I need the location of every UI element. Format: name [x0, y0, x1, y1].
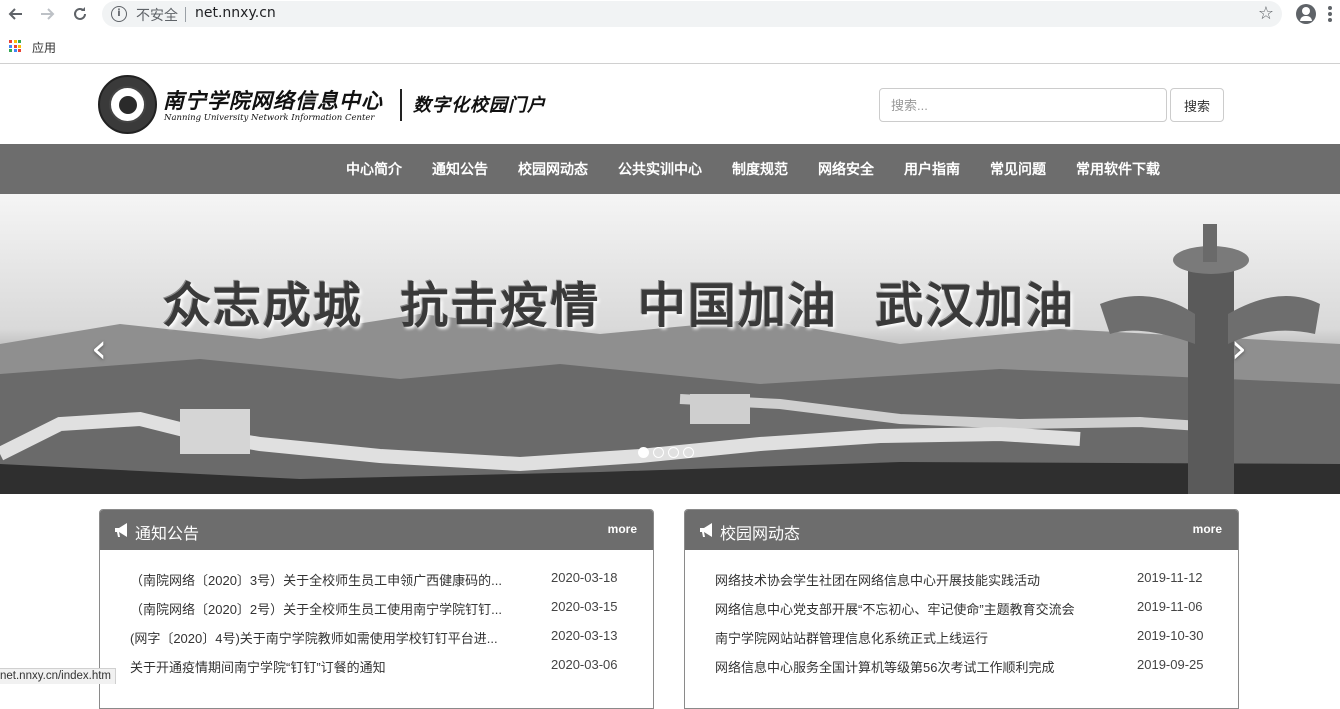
nav-item-faq[interactable]: 常见问题: [975, 144, 1061, 194]
address-bar[interactable]: i 不安全 net.nnxy.cn ☆: [102, 1, 1282, 27]
address-divider: [185, 7, 186, 22]
list-item-title[interactable]: 南宁学院网站站群管理信息化系统正式上线运行: [715, 628, 1115, 647]
reload-icon[interactable]: [69, 3, 91, 25]
notices-panel: 通知公告 more （南院网络〔2020〕3号）关于全校师生员工申领广西健康码的…: [99, 509, 654, 709]
megaphone-icon: [700, 523, 712, 537]
list-item[interactable]: (网字〔2020〕4号)关于南宁学院教师如需使用学校钉钉平台进... 2020-0…: [100, 623, 653, 652]
hero-carousel: 众志成城 抗击疫情 中国加油 武汉加油 ‹ ›: [0, 194, 1340, 494]
list-item-title[interactable]: 关于开通疫情期间南宁学院“钉钉”订餐的通知: [130, 657, 534, 676]
nav-item-campus-news[interactable]: 校园网动态: [503, 144, 603, 194]
nav-item-training-center[interactable]: 公共实训中心: [603, 144, 717, 194]
apps-grid-icon[interactable]: [9, 40, 21, 52]
link-status-bar: net.nnxy.cn/index.htm: [0, 668, 117, 684]
more-link[interactable]: more: [1193, 522, 1222, 536]
carousel-dot[interactable]: [668, 447, 679, 458]
list-item[interactable]: （南院网络〔2020〕2号）关于全校师生员工使用南宁学院钉钉... 2020-03…: [100, 594, 653, 623]
list-item-title[interactable]: 网络信息中心党支部开展“不忘初心、牢记使命”主题教育交流会: [715, 599, 1115, 618]
carousel-dot[interactable]: [683, 447, 694, 458]
list-item-title[interactable]: 网络信息中心服务全国计算机等级第56次考试工作顺利完成: [715, 657, 1115, 676]
list-item-date: 2020-03-18: [551, 570, 618, 585]
list-item-title[interactable]: （南院网络〔2020〕3号）关于全校师生员工申领广西健康码的...: [130, 570, 534, 589]
nav-item-user-guide[interactable]: 用户指南: [889, 144, 975, 194]
carousel-dot[interactable]: [638, 447, 649, 458]
banner-slogan: 众志成城 抗击疫情 中国加油 武汉加油: [163, 278, 1076, 334]
list-item[interactable]: 关于开通疫情期间南宁学院“钉钉”订餐的通知 2020-03-06: [100, 652, 653, 681]
list-item[interactable]: 网络信息中心服务全国计算机等级第56次考试工作顺利完成 2019-09-25: [685, 652, 1238, 681]
list-item-title[interactable]: (网字〔2020〕4号)关于南宁学院教师如需使用学校钉钉平台进...: [130, 628, 534, 647]
main-nav: 中心简介 通知公告 校园网动态 公共实训中心 制度规范 网络安全 用户指南 常见…: [0, 144, 1340, 194]
portal-title: 数字化校园门户: [413, 95, 546, 116]
panel-title: 通知公告: [135, 526, 200, 543]
search-input[interactable]: [879, 88, 1167, 122]
bookmark-star-icon[interactable]: ☆: [1258, 3, 1274, 24]
panel-header: 校园网动态 more: [685, 510, 1238, 550]
browser-toolbar: i 不安全 net.nnxy.cn ☆: [0, 0, 1340, 29]
carousel-prev-icon[interactable]: ‹: [84, 329, 114, 371]
list-item[interactable]: （南院网络〔2020〕3号）关于全校师生员工申领广西健康码的... 2020-03…: [100, 565, 653, 594]
list-item-date: 2019-11-06: [1137, 599, 1203, 614]
nav-item-notices[interactable]: 通知公告: [417, 144, 503, 194]
list-item[interactable]: 南宁学院网站站群管理信息化系统正式上线运行 2019-10-30: [685, 623, 1238, 652]
more-link[interactable]: more: [608, 522, 637, 536]
list-item-title[interactable]: 网络技术协会学生社团在网络信息中心开展技能实践活动: [715, 570, 1115, 589]
bookmark-apps[interactable]: 应用: [32, 39, 56, 56]
nav-item-security[interactable]: 网络安全: [803, 144, 889, 194]
campus-news-panel: 校园网动态 more 网络技术协会学生社团在网络信息中心开展技能实践活动 2019…: [684, 509, 1239, 709]
profile-avatar-icon[interactable]: [1296, 4, 1316, 24]
site-header: 南宁学院网络信息中心 Nanning University Network In…: [0, 65, 1340, 144]
megaphone-icon: [115, 523, 127, 537]
url-text[interactable]: net.nnxy.cn: [195, 5, 276, 21]
menu-kebab-icon[interactable]: [1328, 6, 1332, 22]
list-item-title[interactable]: （南院网络〔2020〕2号）关于全校师生员工使用南宁学院钉钉...: [130, 599, 534, 618]
list-item[interactable]: 网络信息中心党支部开展“不忘初心、牢记使命”主题教育交流会 2019-11-06: [685, 594, 1238, 623]
carousel-next-icon[interactable]: ›: [1224, 329, 1254, 371]
site-brand-en: Nanning University Network Information C…: [164, 113, 375, 123]
nav-item-regulations[interactable]: 制度规范: [717, 144, 803, 194]
brand-divider: [400, 89, 402, 121]
carousel-dot[interactable]: [653, 447, 664, 458]
nav-item-software[interactable]: 常用软件下载: [1061, 144, 1175, 194]
panel-title: 校园网动态: [720, 526, 801, 543]
forward-arrow-icon[interactable]: [37, 3, 59, 25]
info-icon[interactable]: i: [111, 6, 127, 22]
search-button[interactable]: 搜索: [1170, 88, 1224, 122]
list-item-date: 2019-09-25: [1137, 657, 1204, 672]
list-item-date: 2020-03-13: [551, 628, 618, 643]
list-item[interactable]: 网络技术协会学生社团在网络信息中心开展技能实践活动 2019-11-12: [685, 565, 1238, 594]
university-seal-logo[interactable]: [98, 75, 157, 134]
bookmarks-bar: 应用: [0, 30, 1340, 64]
site-brand-cn[interactable]: 南宁学院网络信息中心: [163, 85, 383, 115]
nav-item-intro[interactable]: 中心简介: [331, 144, 417, 194]
carousel-indicators: [638, 447, 694, 458]
list-item-date: 2020-03-06: [551, 657, 618, 672]
security-label: 不安全: [136, 8, 178, 24]
list-item-date: 2019-11-12: [1137, 570, 1203, 585]
panel-header: 通知公告 more: [100, 510, 653, 550]
list-item-date: 2019-10-30: [1137, 628, 1204, 643]
back-arrow-icon[interactable]: [4, 3, 26, 25]
list-item-date: 2020-03-15: [551, 599, 618, 614]
